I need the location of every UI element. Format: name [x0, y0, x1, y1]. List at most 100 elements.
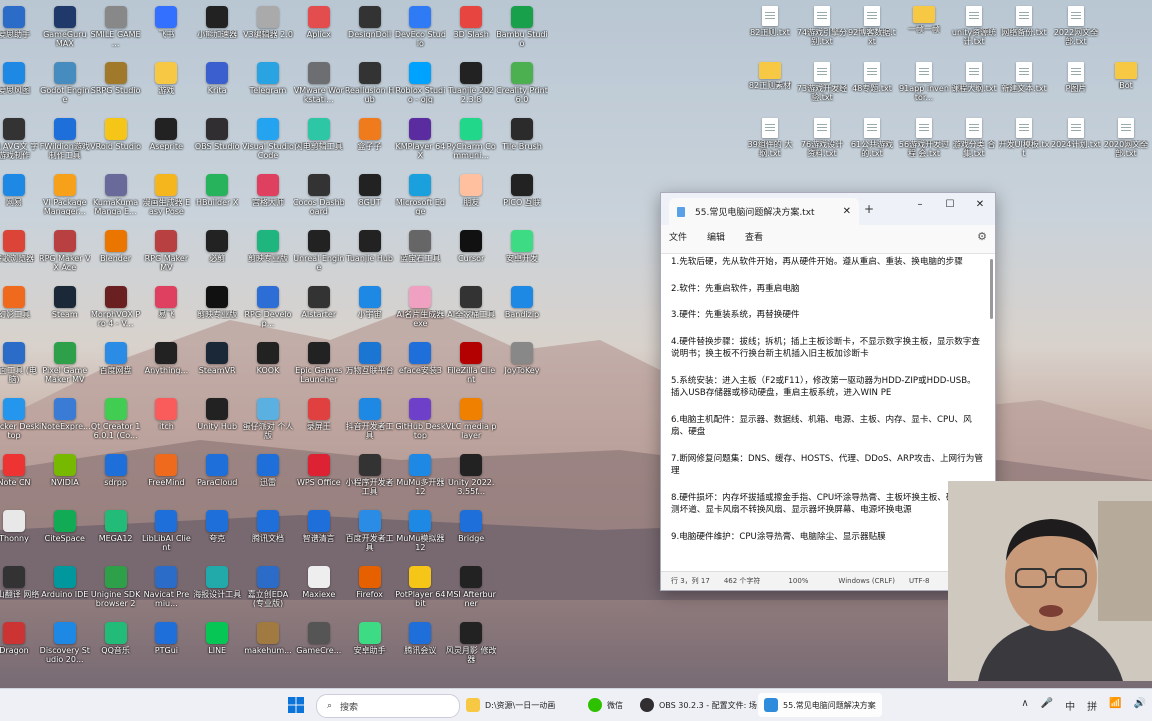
desktop-icon[interactable]: Tile Brush [496, 114, 548, 170]
desktop-icon[interactable]: Pixel Game Maker MV [39, 338, 91, 394]
desktop-icon[interactable]: MuMu模拟器12 [394, 506, 446, 562]
menu-view[interactable]: 查看 [745, 230, 763, 243]
windows-start-icon[interactable] [288, 697, 304, 713]
ime-pinyin[interactable]: 拼 [1087, 698, 1097, 713]
desktop-icon[interactable]: LINE [191, 618, 243, 674]
menu-file[interactable]: 文件 [669, 230, 687, 243]
desktop-icon[interactable]: RPG Maker VX Ace [39, 226, 91, 282]
desktop-icon[interactable]: VLC media player [445, 394, 497, 450]
desktop-icon[interactable]: KOOK [242, 338, 294, 394]
desktop-icon[interactable]: Navicat Premiu... [140, 562, 192, 618]
desktop-icon[interactable]: 必剪 [191, 226, 243, 282]
desktop-icon[interactable]: Bambu Studio [496, 2, 548, 58]
desktop-icon[interactable]: 智谱清言 [293, 506, 345, 562]
desktop-folder[interactable]: 一帧一帧 [898, 2, 950, 58]
desktop-icon[interactable]: Roblox Studio - ojq [394, 58, 446, 114]
desktop-icon[interactable]: PICO 互联 [496, 170, 548, 226]
desktop-icon[interactable]: 抖音开发者工具 [344, 394, 396, 450]
desktop-icon[interactable]: 谷歌浏览器 [0, 226, 40, 282]
desktop-text-file[interactable]: unity资源统计.txt [948, 2, 1000, 58]
desktop-icon[interactable]: 迅雷 [242, 450, 294, 506]
desktop-icon[interactable]: Dragon [0, 618, 40, 674]
desktop-text-file[interactable]: 2022网文全部.txt [1050, 2, 1102, 58]
ime-mode[interactable]: 中 [1065, 698, 1075, 713]
desktop-icon[interactable]: 飞书 [140, 2, 192, 58]
tray-overflow-icon[interactable]: ∧ [1021, 698, 1028, 713]
desktop-icon[interactable]: RPG Develop... [242, 282, 294, 338]
desktop-icon[interactable]: GameCre... [293, 618, 345, 674]
desktop-text-file[interactable]: 游戏分类 合集.txt [948, 114, 1000, 170]
new-tab-button[interactable]: + [864, 202, 874, 216]
wifi-icon[interactable]: 📶 [1109, 698, 1121, 713]
desktop-icon[interactable]: MuMu多开器12 [394, 450, 446, 506]
desktop-icon[interactable]: GameGuru MAX [39, 2, 91, 58]
desktop-icon[interactable]: Cursor [445, 226, 497, 282]
desktop-icon[interactable]: 小程序开发者工具 [344, 450, 396, 506]
desktop-icon[interactable]: 蛋仔派对 个人版 [242, 394, 294, 450]
desktop-icon[interactable]: 剪映专业版 [242, 226, 294, 282]
desktop-icon[interactable]: 腾讯会议 [394, 618, 446, 674]
desktop-icon[interactable]: MEGA12 [90, 506, 142, 562]
desktop-icon[interactable]: KMPlayer 64X [394, 114, 446, 170]
desktop-icon[interactable]: 夸克 [191, 506, 243, 562]
desktop-icon[interactable]: 蓝宝石工具 [394, 226, 446, 282]
desktop-icon[interactable]: Creality Print 6.0 [496, 58, 548, 114]
desktop-text-file[interactable]: 课程大纲.txt [948, 58, 1000, 114]
desktop-folder[interactable]: 82正则素材 [744, 58, 796, 114]
desktop-icon[interactable]: Cocos Dashboard [293, 170, 345, 226]
desktop-icon[interactable]: 8GUT [344, 170, 396, 226]
desktop-text-file[interactable]: 92博客数据.txt [846, 2, 898, 58]
desktop-icon[interactable]: 朋友 [445, 170, 497, 226]
desktop-text-file[interactable]: 39组件的 大纲.txt [744, 114, 796, 170]
microphone-icon[interactable]: 🎤 [1041, 698, 1053, 713]
desktop-text-file[interactable]: 91app inventor... [898, 58, 950, 114]
desktop-icon[interactable]: OBS Studio [191, 114, 243, 170]
desktop-icon[interactable]: 火山翻译 网络 [0, 562, 40, 618]
taskbar-notepad[interactable]: 55.常见电脑问题解决方案 [758, 693, 882, 717]
desktop-icon[interactable]: 安卓助手 [344, 618, 396, 674]
desktop-icon[interactable]: PyCharm Communi... [445, 114, 497, 170]
desktop-icon[interactable]: Note CN [0, 450, 40, 506]
desktop-icon[interactable]: iNoteExpre... [39, 394, 91, 450]
desktop-icon[interactable]: MSI Afterburner [445, 562, 497, 618]
desktop-icon[interactable]: GitHub Desktop [394, 394, 446, 450]
scrollbar[interactable] [990, 259, 993, 319]
desktop-text-file[interactable]: P图片 [1050, 58, 1102, 114]
desktop-icon[interactable]: 小宇宙 [344, 282, 396, 338]
desktop-icon[interactable]: V3编辑器 2.0 [242, 2, 294, 58]
taskbar-explorer[interactable]: D:\资源\一日一动画 [466, 693, 555, 717]
desktop-icon[interactable]: 海报设计工具 [191, 562, 243, 618]
desktop-icon[interactable]: Anything... [140, 338, 192, 394]
desktop-icon[interactable]: 小熊加速器 [191, 2, 243, 58]
desktop-icon[interactable]: Bandizip [496, 282, 548, 338]
desktop-icon[interactable]: 爱思风图 [0, 58, 40, 114]
desktop-icon[interactable]: WPS Office [293, 450, 345, 506]
desktop-icon[interactable]: LN AVG文 字游戏制作 [0, 114, 40, 170]
desktop-icon[interactable]: Docker Desktop [0, 394, 40, 450]
notepad-tab[interactable]: 55.常见电脑问题解决方案.txt ✕ [669, 198, 859, 225]
desktop-icon[interactable]: 3D Slash [445, 2, 497, 58]
desktop-icon[interactable]: Firefox [344, 562, 396, 618]
desktop-icon[interactable]: 闪电剪辑工具 [293, 114, 345, 170]
desktop-icon[interactable]: JoyToKey [496, 338, 548, 394]
desktop-icon[interactable]: Maxiexe [293, 562, 345, 618]
taskbar-wechat[interactable]: 微信 [588, 693, 623, 717]
desktop-text-file[interactable]: 开发UI模板.txt [998, 114, 1050, 170]
desktop-icon[interactable]: Visual Studio Code [242, 114, 294, 170]
desktop-icon[interactable]: 风灵月影 修改器 [445, 618, 497, 674]
desktop-icon[interactable]: 盒子子 [344, 114, 396, 170]
desktop-icon[interactable]: 录屏王 [293, 394, 345, 450]
desktop-icon[interactable]: DesignDoll [344, 2, 396, 58]
desktop-icon[interactable]: Bridge [445, 506, 497, 562]
desktop-icon[interactable]: FileZilla Client [445, 338, 497, 394]
desktop-icon[interactable]: DevEco Studio [394, 2, 446, 58]
desktop-icon[interactable]: 网易 [0, 170, 40, 226]
desktop-icon[interactable]: Aplicx [293, 2, 345, 58]
desktop-text-file[interactable]: 74游戏引擎分别.txt [796, 2, 848, 58]
desktop-icon[interactable]: RPG Maker MV [140, 226, 192, 282]
desktop-icon[interactable]: VI Package Manager... [39, 170, 91, 226]
taskbar-search[interactable]: ⌕ 搜索 [316, 694, 460, 718]
desktop-icon[interactable]: HBuilder X [191, 170, 243, 226]
maximize-button[interactable]: ☐ [935, 193, 965, 215]
desktop-text-file[interactable]: 73游戏开发经验.txt [796, 58, 848, 114]
